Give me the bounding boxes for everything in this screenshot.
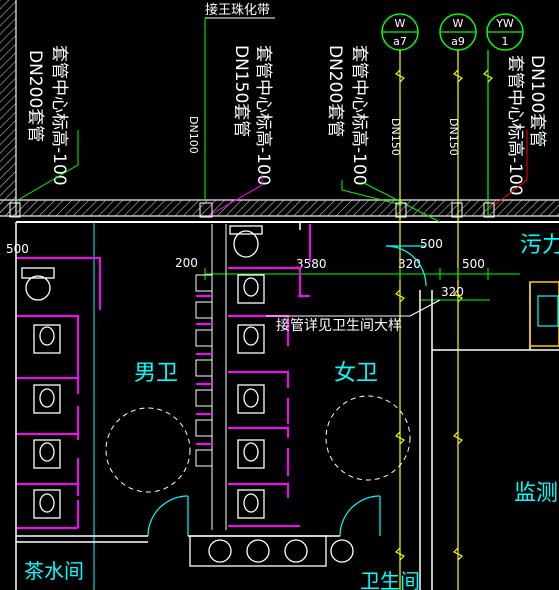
riser-label: DN100 [187,116,200,154]
equipment-icon [537,295,559,327]
riser-label: DN150套管 [231,45,251,137]
squat-toilets-male [33,324,61,519]
riser-label: 套管中心标高-100 [505,55,525,196]
turning-circle [105,407,191,493]
seat-toilet [229,225,263,258]
leader-line [409,299,441,317]
pipe-tag[interactable]: W a9 [439,13,477,51]
pipe-tag-top: W [453,17,464,30]
break-marks [394,69,494,561]
squat-toilets-female [237,274,265,519]
equipment-box [529,281,559,347]
dimension-label: 500 [420,237,443,251]
pipe-tag[interactable]: W a7 [381,13,419,51]
room-label-male: 男卫 [134,361,178,386]
room-label-tea: 茶水间 [24,559,84,583]
turning-circle [325,395,411,481]
cad-drawing-canvas[interactable]: DN200套管 套管中心标高-100 DN150套管 套管中心标高-100 DN… [0,0,559,590]
riser-label: DN100套管 [527,55,547,147]
seat-toilet-male [21,267,55,301]
partitions-male [16,257,101,529]
pipe-tag-top: YW [495,17,514,30]
riser-label: DN200套管 [25,50,45,142]
pipe-tag-bottom: 1 [502,35,509,48]
room-label-monitor: 监测 [514,481,558,506]
riser-label: 套管中心标高-100 [49,45,69,186]
dimension-label: 200 [175,256,198,270]
dimension-label: 500 [6,242,29,256]
dimension-label: 320 [441,285,464,299]
pipe-tag-bottom: a9 [451,35,465,48]
note-text: 接管详见卫生间大样 [276,317,402,334]
riser-label: DN200套管 [325,45,345,137]
room-label-bottom: 卫生间 [360,569,420,590]
sink-counter [189,535,354,567]
pipe-tag-top: W [395,17,406,30]
urinal-fixtures [195,224,227,530]
pipe-tag[interactable]: YW 1 [486,13,524,51]
room-label-waste: 污力 [520,233,559,258]
room-label-female: 女卫 [334,361,378,386]
top-label: 接王珠化带 [205,2,270,18]
dimension-label: 320 [398,257,421,271]
riser-label: 套管中心标高-100 [253,45,273,186]
riser-label: 套管中心标高-100 [349,45,369,186]
dimension-label: 500 [462,257,485,271]
left-wall-hatch [0,0,16,215]
top-wall-hatch [0,200,559,216]
pipe-tag-bottom: a7 [393,35,407,48]
